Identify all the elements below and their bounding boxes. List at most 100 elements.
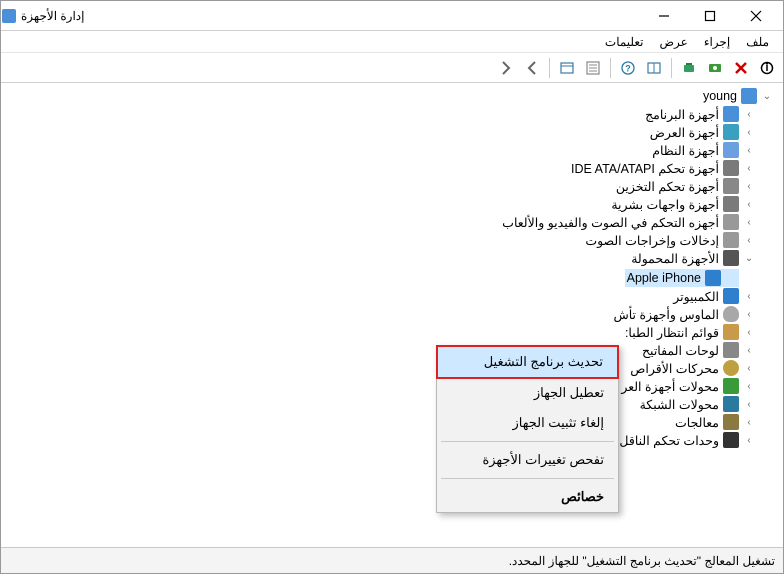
tree-item[interactable]: › محولات أجهزة العر [619, 377, 757, 395]
tree-item[interactable]: ›أجهزة البرنامج [643, 105, 757, 123]
tree-item[interactable]: › محركات الأقراص [628, 359, 757, 377]
tree-item[interactable]: › أجهزة العرض [648, 123, 757, 141]
device-category-icon [723, 214, 739, 230]
menu-file[interactable]: ملف [738, 33, 777, 51]
ctx-update-driver[interactable]: تحديث برنامج التشغيل [436, 345, 619, 379]
device-category-icon [723, 378, 739, 394]
tree-item[interactable]: ›أجهزة النظام [650, 141, 757, 159]
svg-text:?: ? [625, 63, 631, 73]
device-category-icon [723, 414, 739, 430]
device-category-icon [723, 288, 739, 304]
chevron-right-icon[interactable]: › [743, 417, 755, 428]
toolbar-separator [671, 58, 672, 78]
tree-item[interactable]: › أجهزة تحكم IDE ATA/ATAPI [569, 159, 757, 177]
tree-item-label: أجهزة واجهات بشرية [611, 197, 719, 212]
tree-item[interactable]: › قوائم انتظار الطبا: [623, 323, 757, 341]
device-category-icon [723, 360, 739, 376]
tree-item[interactable]: ›أجهزة تحكم التخزين [614, 177, 757, 195]
chevron-right-icon[interactable]: › [743, 127, 755, 138]
device-category-icon [723, 178, 739, 194]
app-icon [1, 8, 17, 24]
chevron-right-icon[interactable]: › [743, 199, 755, 210]
tree-item[interactable]: ›الكمبيوتر [671, 287, 757, 305]
tree-item-label: محركات الأقراص [630, 361, 719, 376]
chevron-down-icon[interactable]: ⌄ [743, 253, 755, 264]
disable-icon[interactable] [755, 56, 779, 80]
menu-action[interactable]: إجراء [696, 33, 738, 51]
title-bar: إدارة الأجهزة [1, 1, 783, 31]
minimize-button[interactable] [641, 1, 687, 31]
chevron-right-icon[interactable]: › [743, 309, 755, 320]
menu-bar: ملف إجراء عرض تعليمات [1, 31, 783, 53]
device-category-icon [723, 432, 739, 448]
tree-item[interactable]: ⌄ الأجهزة المحمولة [629, 249, 757, 267]
tree-item-label: أجهزة تحكم IDE ATA/ATAPI [571, 161, 719, 176]
device-category-icon [723, 250, 739, 266]
chevron-right-icon[interactable]: › [743, 145, 755, 156]
tree-item-label: لوحات المفاتيح [642, 343, 719, 358]
chevron-right-icon[interactable]: › [743, 363, 755, 374]
chevron-right-icon[interactable]: › [743, 163, 755, 174]
device-category-icon [723, 142, 739, 158]
status-text: تشغيل المعالج "تحديث برنامج التشغيل" للج… [509, 554, 775, 568]
menu-help[interactable]: تعليمات [597, 33, 652, 51]
chevron-right-icon[interactable]: › [743, 399, 755, 410]
window-title: إدارة الأجهزة [21, 9, 84, 23]
tree-item-label: أجهزة العرض [650, 125, 719, 140]
tree-item-label: محولات أجهزة العر [621, 379, 719, 394]
tree-item-label: معالجات [675, 415, 719, 430]
chevron-right-icon[interactable]: › [743, 235, 755, 246]
tree-item-label: محولات الشبكة [640, 397, 719, 412]
properties-icon[interactable] [581, 56, 605, 80]
chevron-right-icon[interactable]: › [743, 181, 755, 192]
tree-item-label: الأجهزة المحمولة [631, 251, 719, 266]
device-category-icon [723, 232, 739, 248]
chevron-right-icon[interactable]: › [743, 291, 755, 302]
maximize-button[interactable] [687, 1, 733, 31]
nav-forward-icon[interactable] [494, 56, 518, 80]
tree-item[interactable]: ›الماوس وأجهزة تأش [611, 305, 757, 323]
chevron-right-icon[interactable]: › [743, 381, 755, 392]
view-details-icon[interactable] [642, 56, 666, 80]
toolbar-separator [549, 58, 550, 78]
tree-item[interactable]: › أجهزه التحكم في الصوت والفيديو والألعاب [500, 213, 757, 231]
device-tree[interactable]: ⌄ young ›أجهزة البرنامج›أجهزة العرض›أجهز… [1, 83, 783, 546]
tree-item-label: قوائم انتظار الطبا: [625, 325, 719, 340]
tree-item[interactable]: › معالجات [673, 413, 757, 431]
tree-item[interactable]: › لوحات المفاتيح [640, 341, 757, 359]
ctx-disable-device[interactable]: تعطيل الجهاز [437, 378, 618, 408]
chevron-right-icon[interactable]: › [743, 345, 755, 356]
tree-item-label: أجهزه التحكم في الصوت والفيديو والألعاب [502, 215, 719, 230]
help-icon[interactable]: ? [616, 56, 640, 80]
tree-item-label: Apple iPhone [627, 271, 701, 285]
tree-root-label: young [703, 89, 737, 103]
ctx-uninstall-device[interactable]: إلغاء تثبيت الجهاز [437, 408, 618, 438]
update-driver-icon[interactable] [677, 56, 701, 80]
ctx-scan-changes[interactable]: تفحص تغييرات الأجهزة [437, 445, 618, 475]
chevron-right-icon[interactable]: › [743, 109, 755, 120]
show-hidden-icon[interactable] [555, 56, 579, 80]
chevron-right-icon[interactable]: › [743, 435, 755, 446]
tree-root[interactable]: ⌄ young [701, 87, 775, 105]
ctx-properties[interactable]: خصائص [437, 482, 618, 512]
context-menu: تحديث برنامج التشغيل تعطيل الجهاز إلغاء … [436, 345, 619, 513]
tree-item[interactable]: › أجهزة واجهات بشرية [609, 195, 757, 213]
toolbar-separator [610, 58, 611, 78]
nav-back-icon[interactable] [520, 56, 544, 80]
chevron-right-icon[interactable]: › [743, 327, 755, 338]
menu-view[interactable]: عرض [652, 33, 696, 51]
tree-item[interactable]: Apple iPhone [625, 269, 739, 287]
scan-hardware-icon[interactable] [703, 56, 727, 80]
device-category-icon [723, 196, 739, 212]
tree-item[interactable]: › إدخالات وإخراجات الصوت [583, 231, 757, 249]
uninstall-icon[interactable] [729, 56, 753, 80]
device-category-icon [723, 306, 739, 322]
device-category-icon [723, 160, 739, 176]
device-category-icon [723, 342, 739, 358]
chevron-right-icon[interactable]: › [743, 217, 755, 228]
tree-item-label: إدخالات وإخراجات الصوت [585, 233, 719, 248]
chevron-down-icon[interactable]: ⌄ [761, 91, 773, 102]
device-category-icon [723, 396, 739, 412]
close-button[interactable] [733, 1, 779, 31]
tree-item[interactable]: › محولات الشبكة [638, 395, 757, 413]
